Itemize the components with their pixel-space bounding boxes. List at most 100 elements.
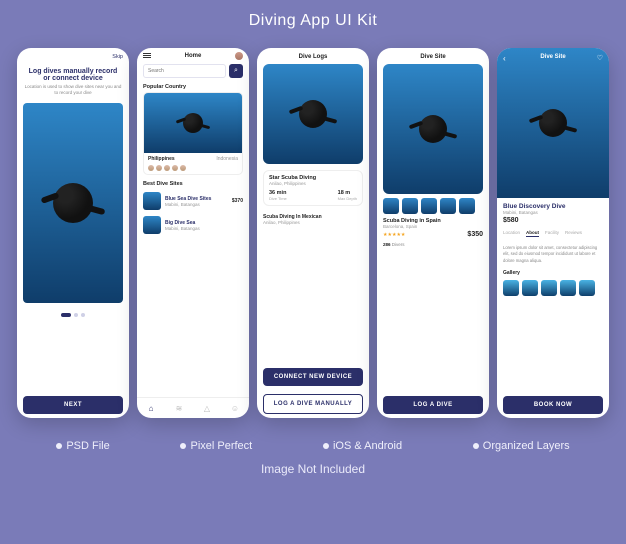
screen-onboarding: Skip Log dives manually record or connec… bbox=[17, 48, 129, 418]
gallery-label: Gallery bbox=[497, 268, 609, 278]
site-price: $350 bbox=[467, 231, 483, 238]
search-button[interactable]: ⌕ bbox=[229, 64, 243, 78]
home-header: Home bbox=[137, 48, 249, 64]
screen-dive-logs: Dive Logs Star Scuba Diving Anilao, Phil… bbox=[257, 48, 369, 418]
diver-icon bbox=[419, 115, 447, 143]
feature-item: PSD File bbox=[56, 440, 109, 452]
country-name: Philippines bbox=[148, 156, 175, 162]
tab-reviews[interactable]: Reviews bbox=[565, 230, 582, 237]
site-list-item[interactable]: Big Dive Sea Mabini, Batangas bbox=[137, 213, 249, 237]
gallery-thumb[interactable] bbox=[579, 280, 595, 296]
tab-location[interactable]: Location bbox=[503, 230, 520, 237]
pager-dot-active bbox=[61, 313, 71, 317]
search-input[interactable] bbox=[143, 64, 226, 78]
tab-fins-icon[interactable]: ≋ bbox=[174, 403, 184, 413]
site-meta-row: 286 Divers bbox=[377, 240, 489, 249]
detail-tabs: Location About Facility Reviews bbox=[497, 226, 609, 241]
site-thumb bbox=[143, 216, 161, 234]
site-header: Dive Site bbox=[377, 48, 489, 64]
diver-icon bbox=[183, 113, 203, 133]
member-avatars bbox=[144, 165, 242, 174]
gallery-thumb[interactable] bbox=[560, 280, 576, 296]
log-dive-button[interactable]: LOG A DIVE bbox=[383, 396, 483, 414]
skip-button[interactable]: Skip bbox=[112, 54, 123, 60]
site-location: Mabini, Batangas bbox=[165, 226, 243, 231]
search-row: ⌕ bbox=[137, 64, 249, 82]
site-thumb[interactable] bbox=[383, 198, 399, 214]
pager-dots bbox=[17, 313, 129, 317]
detail-name: Blue Discovery Dive bbox=[497, 198, 609, 210]
tab-about[interactable]: About bbox=[526, 230, 539, 237]
diver-icon bbox=[53, 183, 93, 223]
features-row: PSD File Pixel Perfect iOS & Android Org… bbox=[56, 440, 569, 452]
feature-item: Organized Layers bbox=[473, 440, 570, 452]
site-thumb bbox=[143, 192, 161, 210]
home-title: Home bbox=[151, 53, 235, 59]
site-thumb[interactable] bbox=[440, 198, 456, 214]
log-location: Anilao, Philippines bbox=[269, 181, 357, 186]
next-button[interactable]: NEXT bbox=[23, 396, 123, 414]
tab-alerts-icon[interactable]: △ bbox=[202, 403, 212, 413]
screen-home: Home ⌕ Popular Country Philippines Indon… bbox=[137, 48, 249, 418]
site-thumb[interactable] bbox=[421, 198, 437, 214]
book-now-button[interactable]: BOOK NOW bbox=[503, 396, 603, 414]
tab-profile-icon[interactable]: ☺ bbox=[230, 403, 240, 413]
screen-site-detail: ‹ Dive Site ♡ ▶ Blue Discovery Dive Mabi… bbox=[497, 48, 609, 418]
onboard-title: Log dives manually record or connect dev… bbox=[17, 64, 129, 84]
country-card[interactable]: Philippines Indonesia bbox=[143, 92, 243, 175]
screen-dive-site: Dive Site Scuba Diving in Spain Barcelon… bbox=[377, 48, 489, 418]
connect-device-button[interactable]: CONNECT NEW DEVICE bbox=[263, 368, 363, 386]
stat-value: 286 bbox=[383, 242, 391, 247]
detail-title-bar: Dive Site bbox=[540, 54, 565, 60]
feature-label: Organized Layers bbox=[483, 440, 570, 452]
stat-label: Max Depth bbox=[338, 196, 357, 201]
detail-hero-image: ‹ Dive Site ♡ ▶ bbox=[497, 48, 609, 198]
site-thumb[interactable] bbox=[459, 198, 475, 214]
logs-header: Dive Logs bbox=[257, 48, 369, 64]
log-hero-image bbox=[263, 64, 363, 164]
bullet-icon bbox=[473, 443, 479, 449]
onboard-hero-image bbox=[23, 103, 123, 303]
best-sites-label: Best Dive Sites bbox=[137, 179, 249, 189]
log-manually-button[interactable]: LOG A DIVE MANUALLY bbox=[263, 394, 363, 414]
onboard-header: Skip bbox=[17, 48, 129, 64]
tab-facility[interactable]: Facility bbox=[545, 230, 559, 237]
site-location: Mabini, Batangas bbox=[165, 202, 228, 207]
detail-description: Lorem ipsum dolor sit amet, consectetur … bbox=[497, 241, 609, 268]
tab-home-icon[interactable]: ⌂ bbox=[146, 403, 156, 413]
feature-label: PSD File bbox=[66, 440, 109, 452]
bullet-icon bbox=[323, 443, 329, 449]
feature-item: iOS & Android bbox=[323, 440, 402, 452]
heart-icon[interactable]: ♡ bbox=[597, 54, 603, 62]
popular-country-label: Popular Country bbox=[137, 82, 249, 92]
bullet-icon bbox=[180, 443, 186, 449]
rating-stars: ★★★★★ bbox=[383, 232, 405, 238]
tab-bar: ⌂ ≋ △ ☺ bbox=[137, 397, 249, 418]
profile-avatar[interactable] bbox=[235, 52, 243, 60]
onboard-subtitle: Location is used to show dive sites near… bbox=[17, 84, 129, 103]
mini-log-location: Anilao, Philippines bbox=[263, 220, 363, 225]
site-hero-image bbox=[383, 64, 483, 194]
mini-log-name: Scuba Diving In Mexican bbox=[263, 210, 363, 220]
thumbnail-row bbox=[377, 194, 489, 218]
log-card[interactable]: Star Scuba Diving Anilao, Philippines 36… bbox=[263, 170, 363, 206]
country-image bbox=[144, 93, 242, 153]
feature-label: Pixel Perfect bbox=[190, 440, 252, 452]
site-thumb[interactable] bbox=[402, 198, 418, 214]
log-stats: 36 minDive Time 18 mMax Depth bbox=[269, 190, 357, 201]
feature-label: iOS & Android bbox=[333, 440, 402, 452]
screens-row: Skip Log dives manually record or connec… bbox=[17, 48, 609, 418]
gallery-thumb[interactable] bbox=[503, 280, 519, 296]
detail-price: $580 bbox=[497, 215, 609, 226]
site-list-item[interactable]: Blue Sea Dive Sites Mabini, Batangas $37… bbox=[137, 189, 249, 213]
pager-dot bbox=[74, 313, 78, 317]
menu-icon[interactable] bbox=[143, 52, 151, 60]
back-icon[interactable]: ‹ bbox=[503, 54, 506, 63]
gallery-thumb[interactable] bbox=[541, 280, 557, 296]
bullet-icon bbox=[56, 443, 62, 449]
feature-item: Pixel Perfect bbox=[180, 440, 252, 452]
image-disclaimer: Image Not Included bbox=[261, 462, 365, 476]
gallery-thumb[interactable] bbox=[522, 280, 538, 296]
site-title: Dive Site bbox=[420, 54, 445, 60]
page-title: Diving App UI Kit bbox=[249, 12, 378, 30]
